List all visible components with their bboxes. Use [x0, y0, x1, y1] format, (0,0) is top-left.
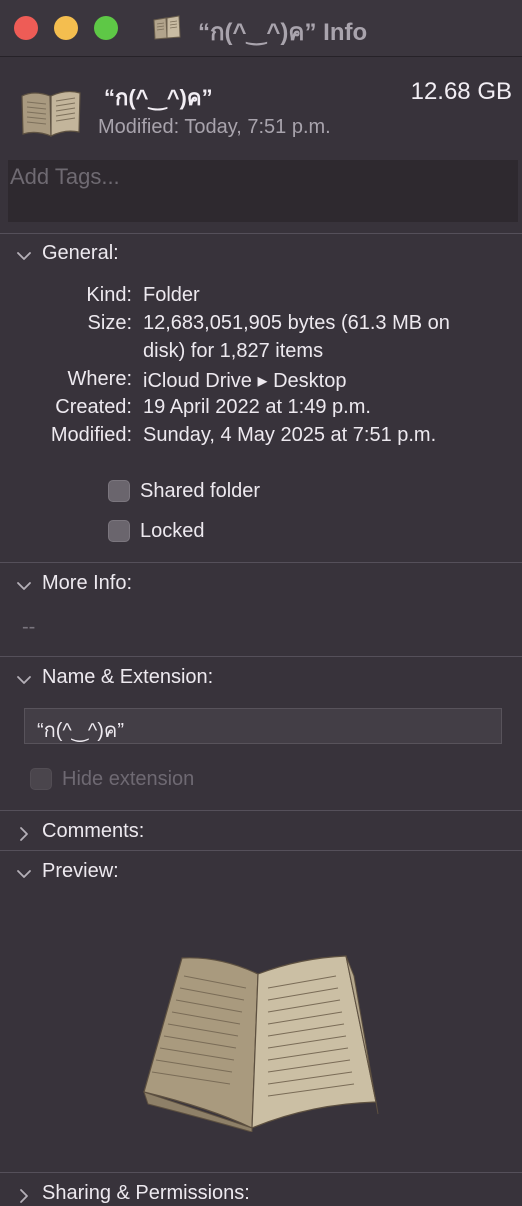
divider [0, 850, 522, 851]
section-title-sharing: Sharing & Permissions: [42, 1182, 250, 1204]
divider [0, 233, 522, 234]
chevron-right-icon [20, 827, 28, 841]
section-title-comments: Comments: [42, 820, 145, 842]
section-comments-header[interactable]: Comments: [0, 818, 522, 850]
hide-extension-label: Hide extension [62, 768, 195, 790]
name-field[interactable]: “ก(^‿^)ค” [24, 708, 502, 744]
open-book-icon [153, 15, 181, 40]
window-title: “ก(^‿^)ค” Info [198, 19, 368, 46]
divider [0, 1172, 522, 1173]
kind-value: Folder [143, 284, 200, 306]
chevron-down-icon [17, 582, 31, 590]
title-bar: “ก(^‿^)ค” Info [0, 0, 522, 57]
info-window: “ก(^‿^)ค” Info “ก(^‿^)ค” 12.68 GB Modifi… [0, 0, 522, 1206]
locked-label: Locked [140, 520, 205, 542]
hide-extension-checkbox[interactable] [30, 768, 52, 790]
section-name-extension-header[interactable]: Name & Extension: [0, 664, 522, 696]
book-preview-image [143, 955, 379, 1132]
section-title-general: General: [42, 242, 119, 264]
divider [0, 656, 522, 657]
shared-folder-checkbox[interactable] [108, 480, 130, 502]
size-label: Size: [87, 312, 132, 334]
name-field-value: “ก(^‿^)ค” [37, 720, 124, 742]
created-label: Created: [55, 396, 132, 418]
where-label: Where: [67, 368, 132, 390]
section-sharing-header[interactable]: Sharing & Permissions: [0, 1180, 522, 1206]
divider [0, 810, 522, 811]
size-value-line2: disk) for 1,827 items [143, 340, 324, 362]
chevron-right-icon [20, 1189, 28, 1203]
close-button[interactable] [14, 16, 38, 40]
chevron-down-icon [17, 870, 31, 878]
chevron-down-icon [17, 252, 31, 260]
section-title-more-info: More Info: [42, 572, 133, 594]
size-value: 12,683,051,905 bytes (61.3 MB on [143, 312, 450, 334]
modified-summary: Modified: Today, 7:51 p.m. [98, 116, 331, 138]
file-size: 12.68 GB [410, 78, 512, 105]
minimize-button[interactable] [54, 16, 78, 40]
more-info-value: -- [22, 616, 36, 638]
modified-label: Modified: [50, 424, 132, 446]
folder-book-icon [21, 90, 81, 137]
kind-label: Kind: [86, 284, 132, 306]
locked-checkbox[interactable] [108, 520, 130, 542]
section-general-header[interactable]: General: [0, 240, 522, 272]
created-value: 19 April 2022 at 1:49 p.m. [143, 396, 371, 418]
where-value: iCloud Drive ▸ Desktop [143, 370, 347, 392]
zoom-button[interactable] [94, 16, 118, 40]
chevron-down-icon [17, 676, 31, 684]
divider [0, 562, 522, 563]
file-name: “ก(^‿^)ค” [104, 85, 213, 110]
section-more-info-header[interactable]: More Info: [0, 570, 522, 602]
section-preview-header[interactable]: Preview: [0, 858, 522, 890]
section-title-preview: Preview: [42, 860, 119, 882]
shared-folder-label: Shared folder [140, 480, 261, 502]
modified-value: Sunday, 4 May 2025 at 7:51 p.m. [143, 424, 437, 446]
tags-placeholder: Add Tags... [10, 164, 120, 189]
section-title-name-extension: Name & Extension: [42, 666, 214, 688]
